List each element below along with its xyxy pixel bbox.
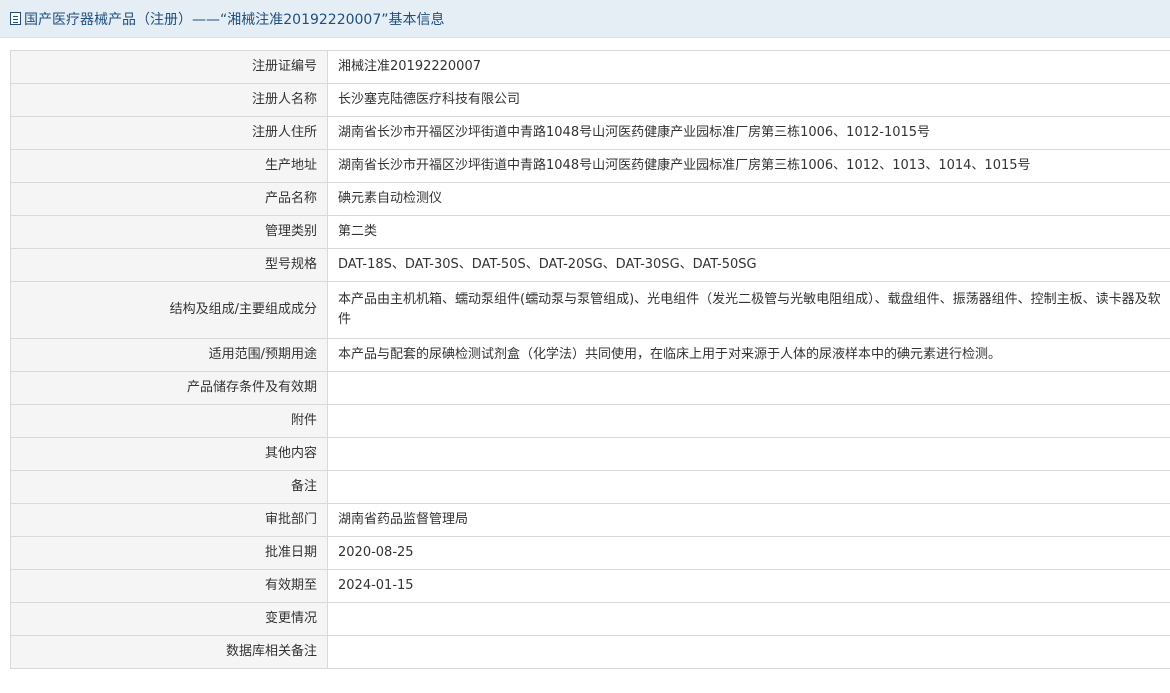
table-row: 注册人名称 长沙塞克陆德医疗科技有限公司 bbox=[10, 83, 1170, 117]
table-row: 生产地址 湖南省长沙市开福区沙坪街道中青路1048号山河医药健康产业园标准厂房第… bbox=[10, 149, 1170, 183]
row-value: 2020-08-25 bbox=[327, 536, 1170, 570]
row-label: 附件 bbox=[10, 404, 328, 438]
row-label: 变更情况 bbox=[10, 602, 328, 636]
row-value bbox=[327, 470, 1170, 504]
table-row: 适用范围/预期用途 本产品与配套的尿碘检测试剂盒（化学法）共同使用，在临床上用于… bbox=[10, 338, 1170, 372]
page-header: 国产医疗器械产品（注册）——“湘械注准20192220007”基本信息 bbox=[0, 0, 1170, 38]
row-label: 有效期至 bbox=[10, 569, 328, 603]
row-value bbox=[327, 635, 1170, 669]
row-value: 本产品与配套的尿碘检测试剂盒（化学法）共同使用，在临床上用于对来源于人体的尿液样… bbox=[327, 338, 1170, 372]
table-row: 有效期至 2024-01-15 bbox=[10, 569, 1170, 603]
row-value: 碘元素自动检测仪 bbox=[327, 182, 1170, 216]
table-row: 产品储存条件及有效期 bbox=[10, 371, 1170, 405]
row-value bbox=[327, 371, 1170, 405]
table-row: 产品名称 碘元素自动检测仪 bbox=[10, 182, 1170, 216]
row-value: 第二类 bbox=[327, 215, 1170, 249]
row-value: 湖南省长沙市开福区沙坪街道中青路1048号山河医药健康产业园标准厂房第三栋100… bbox=[327, 149, 1170, 183]
row-value bbox=[327, 404, 1170, 438]
table-row: 变更情况 bbox=[10, 602, 1170, 636]
row-value bbox=[327, 602, 1170, 636]
table-row: 附件 bbox=[10, 404, 1170, 438]
row-label: 其他内容 bbox=[10, 437, 328, 471]
row-value: 湖南省药品监督管理局 bbox=[327, 503, 1170, 537]
row-label: 产品名称 bbox=[10, 182, 328, 216]
row-value bbox=[327, 437, 1170, 471]
row-label: 数据库相关备注 bbox=[10, 635, 328, 669]
row-label: 型号规格 bbox=[10, 248, 328, 282]
row-label: 结构及组成/主要组成成分 bbox=[10, 281, 328, 339]
row-label: 生产地址 bbox=[10, 149, 328, 183]
row-value: 2024-01-15 bbox=[327, 569, 1170, 603]
page-title: 国产医疗器械产品（注册）——“湘械注准20192220007”基本信息 bbox=[24, 11, 445, 28]
row-label: 适用范围/预期用途 bbox=[10, 338, 328, 372]
row-label: 产品储存条件及有效期 bbox=[10, 371, 328, 405]
row-value: 本产品由主机机箱、蠕动泵组件(蠕动泵与泵管组成)、光电组件（发光二极管与光敏电阻… bbox=[327, 281, 1170, 339]
table-row: 数据库相关备注 bbox=[10, 635, 1170, 669]
table-row: 备注 bbox=[10, 470, 1170, 504]
table-row: 注册证编号 湘械注准20192220007 bbox=[10, 50, 1170, 84]
row-label: 审批部门 bbox=[10, 503, 328, 537]
row-label: 备注 bbox=[10, 470, 328, 504]
row-value: DAT-18S、DAT-30S、DAT-50S、DAT-20SG、DAT-30S… bbox=[327, 248, 1170, 282]
row-label: 管理类别 bbox=[10, 215, 328, 249]
row-value: 长沙塞克陆德医疗科技有限公司 bbox=[327, 83, 1170, 117]
row-label: 注册人住所 bbox=[10, 116, 328, 150]
detail-table: 注册证编号 湘械注准20192220007 注册人名称 长沙塞克陆德医疗科技有限… bbox=[10, 50, 1170, 669]
document-icon bbox=[10, 12, 21, 25]
table-row: 注册人住所 湖南省长沙市开福区沙坪街道中青路1048号山河医药健康产业园标准厂房… bbox=[10, 116, 1170, 150]
row-label: 批准日期 bbox=[10, 536, 328, 570]
table-row: 结构及组成/主要组成成分 本产品由主机机箱、蠕动泵组件(蠕动泵与泵管组成)、光电… bbox=[10, 281, 1170, 339]
row-label: 注册人名称 bbox=[10, 83, 328, 117]
table-row: 管理类别 第二类 bbox=[10, 215, 1170, 249]
row-value: 湘械注准20192220007 bbox=[327, 50, 1170, 84]
table-row: 批准日期 2020-08-25 bbox=[10, 536, 1170, 570]
row-label: 注册证编号 bbox=[10, 50, 328, 84]
table-row: 审批部门 湖南省药品监督管理局 bbox=[10, 503, 1170, 537]
table-row: 型号规格 DAT-18S、DAT-30S、DAT-50S、DAT-20SG、DA… bbox=[10, 248, 1170, 282]
row-value: 湖南省长沙市开福区沙坪街道中青路1048号山河医药健康产业园标准厂房第三栋100… bbox=[327, 116, 1170, 150]
table-row: 其他内容 bbox=[10, 437, 1170, 471]
